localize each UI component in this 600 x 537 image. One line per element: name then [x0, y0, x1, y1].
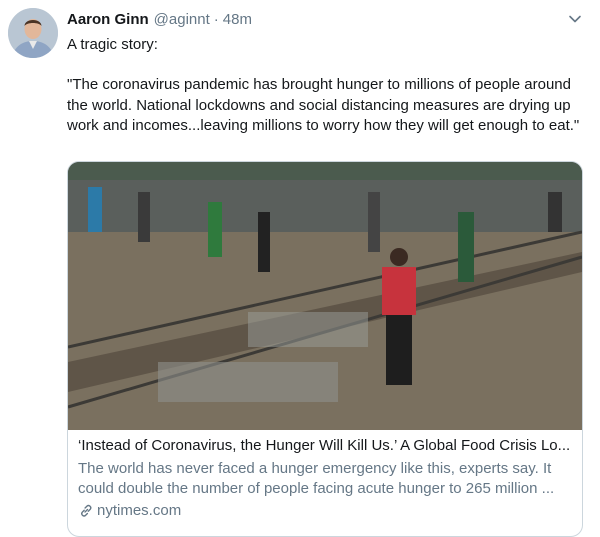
separator-dot: ·	[213, 11, 219, 28]
card-description: The world has never faced a hunger emerg…	[78, 460, 555, 497]
author-handle[interactable]: @aginnt	[154, 11, 210, 28]
card-domain[interactable]: nytimes.com	[78, 502, 572, 519]
card-domain-text[interactable]: nytimes.com	[97, 502, 181, 519]
link-preview-card[interactable]: ‘Instead of Coronavirus, the Hunger Will…	[67, 161, 583, 537]
tweet-header: Aaron Ginn @aginnt · 48m	[67, 11, 252, 31]
tweet: Aaron Ginn @aginnt · 48m A tragic story:…	[0, 0, 600, 537]
tweet-text-intro: A tragic story:	[67, 36, 158, 53]
card-image[interactable]	[68, 162, 582, 430]
avatar[interactable]	[8, 8, 58, 58]
chevron-down-icon[interactable]	[566, 10, 584, 28]
author-name[interactable]: Aaron Ginn	[67, 11, 149, 28]
card-title[interactable]: ‘Instead of Coronavirus, the Hunger Will…	[78, 436, 572, 456]
tweet-timestamp[interactable]: 48m	[223, 11, 252, 28]
link-icon	[78, 503, 94, 519]
tweet-text-quote: "The coronavirus pandemic has brought hu…	[67, 76, 580, 134]
